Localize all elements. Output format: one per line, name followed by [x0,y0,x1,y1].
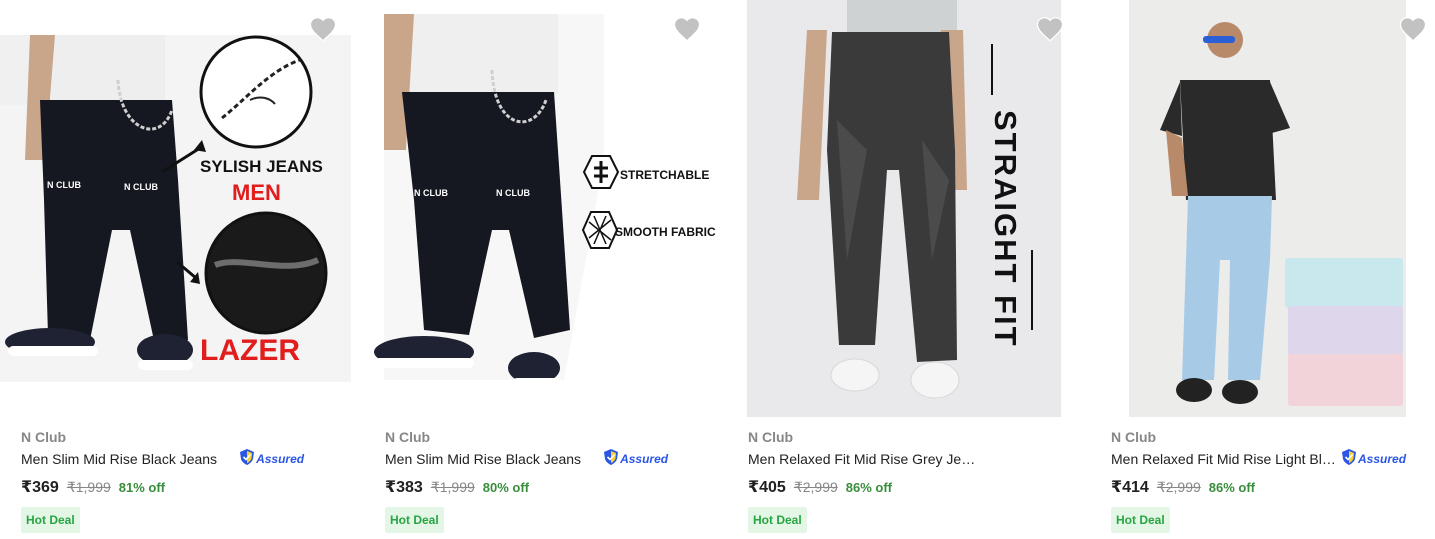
hot-deal-badge: Hot Deal [21,507,80,533]
product-meta: N Club Men Relaxed Fit Mid Rise Grey Jea… [748,428,1068,533]
product-discount: 86% off [845,480,893,495]
product-brand: N Club [385,429,431,445]
image-lazer-text: LAZER [200,334,300,367]
product-card[interactable]: STRAIGHT FIT N Club Men Relaxed Fit Mid … [727,0,1085,539]
feature-stretchable: STRETCHABLE [620,168,709,182]
wishlist-heart-icon[interactable] [308,14,338,44]
product-image[interactable]: N CLUB N CLUB STRETCHABLE SMOOTH FABRIC [364,0,722,420]
product-price: ₹383 [385,479,423,496]
product-image[interactable]: STRAIGHT FIT [727,0,1085,420]
assured-label: Assured [620,452,669,466]
assured-badge: Assured [1341,448,1407,471]
product-title[interactable]: Men Slim Mid Rise Black Jeans [385,449,581,469]
product-title[interactable]: Men Slim Mid Rise Black Jeans [21,449,217,469]
product-title[interactable]: Men Relaxed Fit Mid Rise Light Blue Jean… [1111,449,1339,469]
hot-deal-badge: Hot Deal [385,507,444,533]
product-mrp: ₹1,999 [66,479,111,495]
product-price: ₹405 [748,479,786,496]
image-subheadline: MEN [232,180,281,205]
assured-badge: Assured [239,448,305,471]
product-card[interactable]: N CLUB N CLUB STRETCHABLE SMOOTH FABRIC … [364,0,722,539]
product-meta: N Club Men Slim Mid Rise Black Jeans Ass… [21,428,341,533]
product-image-art [1090,0,1435,420]
product-mrp: ₹2,999 [1156,479,1201,495]
image-logo-text: N CLUB [124,182,158,192]
shield-check-icon [1341,448,1357,471]
product-brand: N Club [748,429,794,445]
product-discount: 86% off [1208,480,1256,495]
product-price: ₹414 [1111,479,1149,496]
wishlist-heart-icon[interactable] [672,14,702,44]
product-card[interactable]: N CLUB N CLUB SYLISH JEANS MEN LAZER N C… [0,0,358,539]
product-mrp: ₹2,999 [793,479,838,495]
product-image[interactable] [1090,0,1435,420]
product-title[interactable]: Men Relaxed Fit Mid Rise Grey Jeans [748,449,976,469]
hot-deal-badge: Hot Deal [748,507,807,533]
product-meta: N Club Men Relaxed Fit Mid Rise Light Bl… [1111,428,1431,533]
image-headline: SYLISH JEANS [200,157,323,176]
product-brand: N Club [1111,429,1157,445]
product-brand: N Club [21,429,67,445]
assured-label: Assured [1358,452,1407,466]
product-image-art: STRAIGHT FIT [727,0,1085,420]
wishlist-heart-icon[interactable] [1035,14,1065,44]
product-card[interactable]: N Club Men Relaxed Fit Mid Rise Light Bl… [1090,0,1435,539]
assured-badge: Assured [603,448,669,471]
product-image-art: N CLUB N CLUB STRETCHABLE SMOOTH FABRIC [364,0,722,420]
product-discount: 80% off [482,480,530,495]
assured-label: Assured [256,452,305,466]
image-logo-text: N CLUB [496,188,530,198]
shield-check-icon [239,448,255,471]
product-image-art: N CLUB N CLUB SYLISH JEANS MEN LAZER [0,0,358,420]
image-straight-fit: STRAIGHT FIT [988,110,1023,348]
product-price: ₹369 [21,479,59,496]
hot-deal-badge: Hot Deal [1111,507,1170,533]
image-logo-text: N CLUB [47,180,81,190]
image-logo-text: N CLUB [414,188,448,198]
product-mrp: ₹1,999 [430,479,475,495]
feature-smooth-fabric: SMOOTH FABRIC [615,225,716,239]
shield-check-icon [603,448,619,471]
product-meta: N Club Men Slim Mid Rise Black Jeans Ass… [385,428,705,533]
wishlist-heart-icon[interactable] [1398,14,1428,44]
product-discount: 81% off [118,480,166,495]
product-image[interactable]: N CLUB N CLUB SYLISH JEANS MEN LAZER [0,0,358,420]
product-grid: N CLUB N CLUB SYLISH JEANS MEN LAZER N C… [0,0,1435,539]
